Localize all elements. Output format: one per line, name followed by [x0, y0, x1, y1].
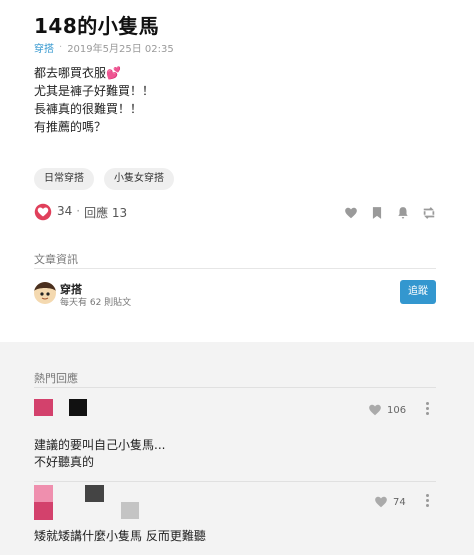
post-title: 148的小隻馬	[34, 14, 160, 38]
hot-comments-label: 熱門回應	[34, 372, 78, 385]
comment-text: 建議的要叫自己小隻馬... 不好聽真的	[34, 437, 165, 471]
comment-text: 矮就矮講什麼小隻馬 反而更難聽	[34, 528, 206, 545]
board-info-label: 文章資訊	[34, 253, 78, 266]
post-line: 有推薦的嗎？	[34, 120, 107, 134]
comment-like[interactable]: 74	[374, 495, 406, 509]
post-line: 長褲真的很難買！！	[34, 102, 143, 116]
heart-icon[interactable]	[344, 205, 358, 219]
post-meta: 穿搭 · 2019年5月25日 02:35	[34, 40, 174, 55]
bookmark-icon[interactable]	[370, 205, 384, 219]
pixel-avatar[interactable]	[34, 485, 53, 520]
heart-icon	[375, 496, 387, 508]
tag-chip[interactable]: 小隻女穿搭	[104, 168, 174, 190]
comment-line: 矮就矮講什麼小隻馬 反而更難聽	[34, 529, 206, 543]
more-options-icon[interactable]	[425, 494, 429, 508]
heart-icon	[369, 404, 381, 416]
follow-button[interactable]: 追蹤	[400, 280, 436, 304]
board-post-rate: 每天有 62 則貼文	[60, 298, 132, 308]
more-options-icon[interactable]	[425, 402, 429, 416]
pixel-avatar[interactable]	[69, 399, 87, 416]
tag-chip[interactable]: 日常穿搭	[34, 168, 94, 190]
forum-link[interactable]: 穿搭	[34, 40, 54, 55]
like-count: 34	[57, 203, 73, 218]
post-time: 2019年5月25日 02:35	[67, 44, 174, 55]
heart-like-icon[interactable]	[34, 203, 52, 221]
share-icon[interactable]	[422, 205, 436, 219]
comment-item: 106 建議的要叫自己小隻馬... 不好聽真的	[34, 397, 436, 482]
hot-comments-section: 熱門回應 106 建議的要叫自己小隻馬... 不好聽真的 74 矮就矮講什麼小隻…	[0, 342, 474, 555]
pixel-avatar[interactable]	[34, 399, 53, 416]
comment-like[interactable]: 106	[368, 403, 406, 417]
tag-list: 日常穿搭 小隻女穿搭	[34, 168, 174, 190]
reply-count: 回應 13	[84, 205, 128, 220]
post-line: 都去哪買衣服💕	[34, 66, 121, 80]
post-body: 都去哪買衣服💕 尤其是褲子好難買！！ 長褲真的很難買！！ 有推薦的嗎？	[34, 64, 154, 136]
board-info-row: 穿搭 每天有 62 則貼文 追蹤	[34, 280, 436, 308]
comment-line: 不好聽真的	[34, 455, 95, 469]
meta-separator: ·	[59, 42, 63, 53]
pixel-avatar[interactable]	[121, 502, 139, 519]
post-actions: 34 · 回應 13	[34, 202, 436, 222]
divider	[34, 268, 436, 269]
comment-line: 建議的要叫自己小隻馬...	[34, 438, 166, 452]
comment-like-count: 74	[393, 496, 406, 508]
comment-item: 74 矮就矮講什麼小隻馬 反而更難聽	[34, 482, 436, 555]
bell-icon[interactable]	[396, 205, 410, 219]
post-line: 尤其是褲子好難買！！	[34, 84, 155, 98]
board-avatar[interactable]	[34, 282, 56, 304]
comment-like-count: 106	[387, 404, 407, 416]
pixel-avatar[interactable]	[85, 485, 104, 502]
divider	[34, 387, 436, 388]
meta-separator: ·	[76, 203, 81, 218]
